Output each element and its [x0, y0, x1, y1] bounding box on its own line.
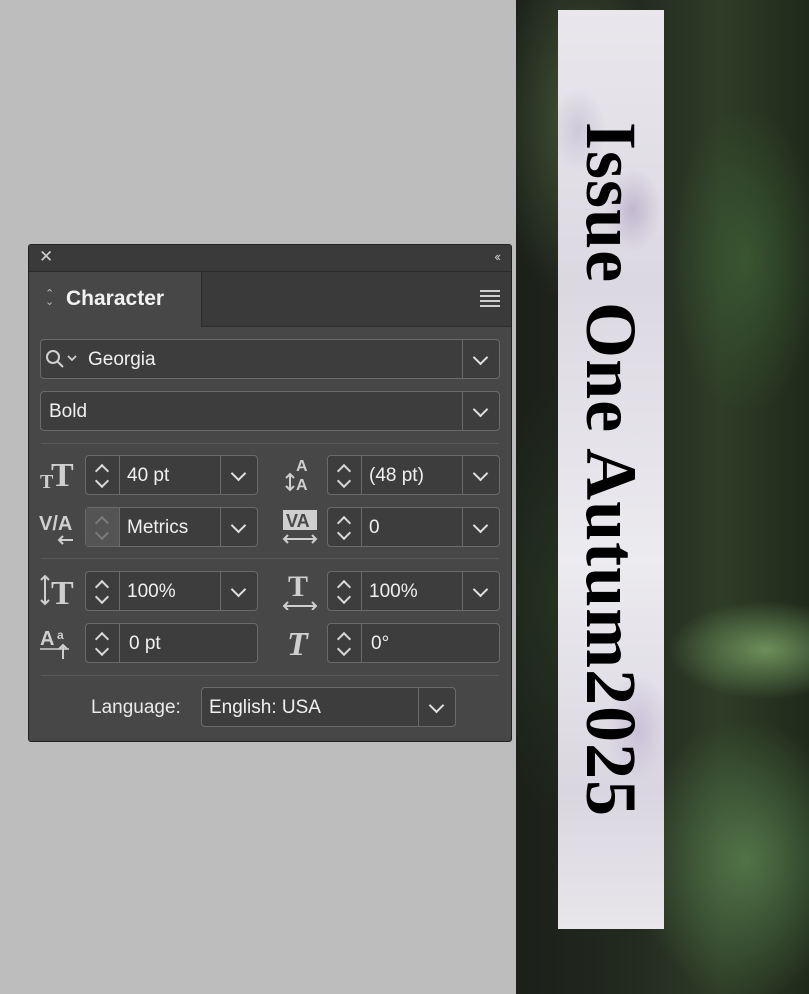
baseline-shift-field[interactable]: 0 pt — [85, 623, 258, 663]
tracking-stepper[interactable] — [328, 508, 362, 546]
kerning-dropdown-button[interactable] — [220, 508, 257, 546]
font-style-field[interactable]: Bold — [40, 391, 500, 431]
horizontal-scale-field[interactable]: 100% — [327, 571, 500, 611]
skew-stepper[interactable] — [328, 624, 362, 662]
kerning-icon: V/A — [39, 513, 73, 545]
svg-text:T: T — [51, 457, 74, 492]
font-family-dropdown-button[interactable] — [462, 340, 499, 378]
panel-menu-icon[interactable] — [480, 290, 500, 310]
font-size-stepper[interactable] — [86, 456, 120, 494]
horizontal-scale-value[interactable]: 100% — [369, 581, 418, 603]
leading-icon: A A — [285, 458, 308, 493]
chevron-down-icon — [472, 581, 489, 598]
vertical-scale-stepper[interactable] — [86, 572, 120, 610]
svg-text:a: a — [57, 628, 64, 642]
leading-stepper[interactable] — [328, 456, 362, 494]
skew-value[interactable]: 0° — [371, 633, 389, 655]
baseline-shift-icon: A a — [40, 628, 69, 659]
font-family-field[interactable]: Georgia — [40, 339, 500, 379]
language-label: Language: — [91, 697, 181, 718]
svg-text:A: A — [296, 458, 308, 475]
character-panel: ✕ ‹‹ ⌃ ⌄ Character Georgia Bold T T 40 pt… — [28, 244, 512, 742]
vertical-scale-value[interactable]: 100% — [127, 581, 176, 603]
chevron-down-icon — [230, 517, 247, 534]
svg-text:VA: VA — [286, 511, 310, 531]
chevron-down-icon — [230, 465, 247, 482]
chevron-down-icon — [472, 401, 489, 418]
font-family-value[interactable]: Georgia — [88, 349, 156, 371]
font-size-value[interactable]: 40 pt — [127, 465, 169, 487]
svg-text:A: A — [40, 628, 54, 650]
tracking-field[interactable]: 0 — [327, 507, 500, 547]
svg-text:T: T — [287, 626, 309, 661]
tracking-icon: VA — [282, 510, 318, 544]
leading-value[interactable]: (48 pt) — [369, 465, 424, 487]
kerning-field[interactable]: Metrics — [85, 507, 258, 547]
font-style-dropdown-button[interactable] — [462, 392, 499, 430]
search-icon[interactable] — [45, 349, 79, 371]
kerning-value[interactable]: Metrics — [127, 517, 188, 539]
svg-text:T: T — [51, 575, 74, 610]
language-dropdown-button[interactable] — [418, 688, 455, 726]
vertical-scale-icon: T — [40, 574, 74, 610]
collapse-icon[interactable]: ‹‹ — [494, 249, 501, 264]
chevron-down-icon — [472, 349, 489, 366]
language-select[interactable]: English: USA — [201, 687, 456, 727]
vertical-scale-dropdown-button[interactable] — [220, 572, 257, 610]
chevron-down-icon — [472, 517, 489, 534]
tab-label: Character — [66, 287, 165, 310]
svg-text:T: T — [288, 570, 308, 603]
horizontal-scale-stepper[interactable] — [328, 572, 362, 610]
horizontal-scale-dropdown-button[interactable] — [462, 572, 499, 610]
skew-field[interactable]: 0° — [327, 623, 500, 663]
language-value[interactable]: English: USA — [209, 697, 321, 719]
spine-text[interactable]: Issue One Autum2025 — [571, 122, 651, 817]
chevron-down-icon — [428, 697, 445, 714]
panel-titlebar[interactable]: ✕ ‹‹ — [29, 245, 511, 272]
divider — [41, 675, 499, 676]
svg-text:V/A: V/A — [39, 513, 72, 535]
panel-tab-row: ⌃ ⌄ Character — [29, 272, 511, 327]
skew-icon: T — [287, 626, 309, 661]
svg-text:A: A — [296, 477, 308, 493]
font-style-value[interactable]: Bold — [49, 401, 87, 423]
tab-character[interactable]: ⌃ ⌄ Character — [29, 272, 202, 327]
divider — [41, 443, 499, 444]
tab-expand-icon[interactable]: ⌃ ⌄ — [45, 289, 54, 308]
close-icon[interactable]: ✕ — [39, 248, 53, 266]
chevron-down-icon — [230, 581, 247, 598]
vertical-scale-field[interactable]: 100% — [85, 571, 258, 611]
leading-field[interactable]: (48 pt) — [327, 455, 500, 495]
tracking-dropdown-button[interactable] — [462, 508, 499, 546]
font-size-field[interactable]: 40 pt — [85, 455, 258, 495]
horizontal-scale-icon: T — [282, 570, 318, 610]
spine-text-container[interactable]: Issue One Autum2025 — [558, 10, 664, 929]
chevron-down-icon — [472, 465, 489, 482]
font-size-dropdown-button[interactable] — [220, 456, 257, 494]
divider — [41, 558, 499, 559]
baseline-shift-stepper[interactable] — [86, 624, 120, 662]
kerning-stepper[interactable] — [86, 508, 120, 546]
leading-dropdown-button[interactable] — [462, 456, 499, 494]
font-size-icon: T T — [40, 457, 74, 492]
baseline-shift-value[interactable]: 0 pt — [129, 633, 161, 655]
tracking-value[interactable]: 0 — [369, 517, 380, 539]
